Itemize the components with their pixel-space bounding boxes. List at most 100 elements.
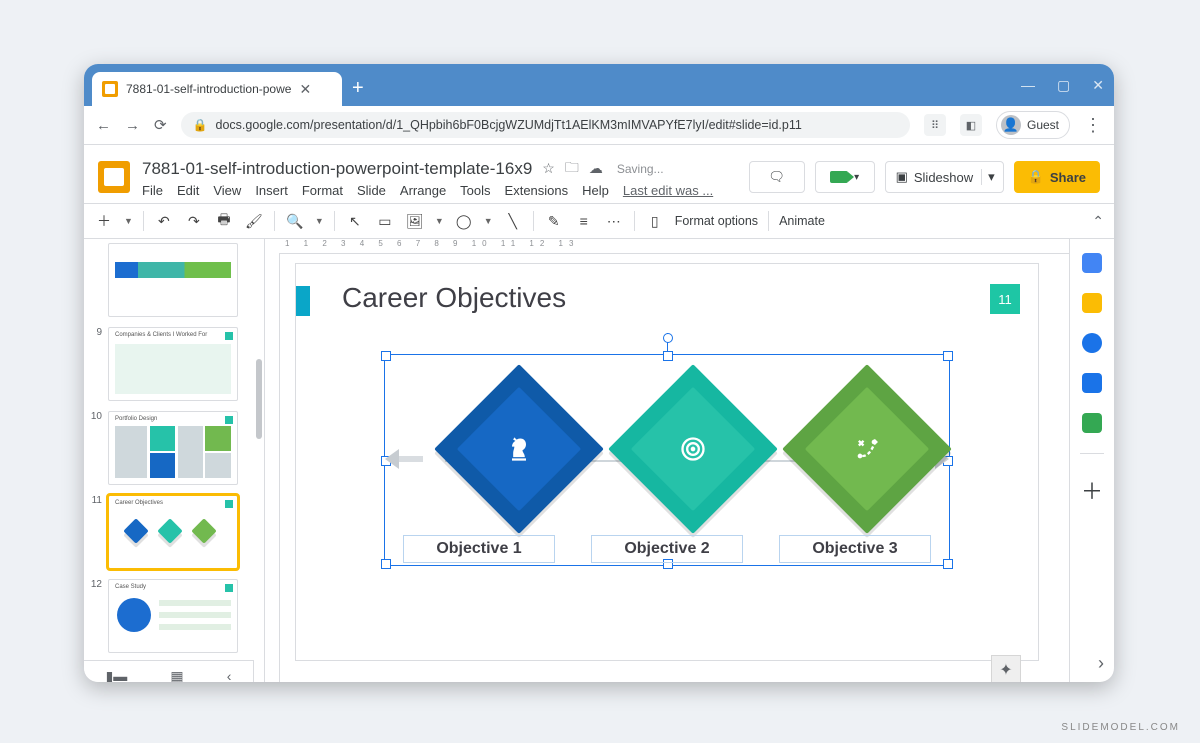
side-panel-toggle-icon[interactable]: › bbox=[1098, 653, 1104, 674]
thumb-title: Career Objectives bbox=[115, 500, 163, 506]
slide-number bbox=[90, 243, 102, 317]
maps-icon[interactable] bbox=[1082, 413, 1102, 433]
contacts-icon[interactable] bbox=[1082, 373, 1102, 393]
border-dash-button[interactable]: ⋯ bbox=[604, 213, 624, 230]
resize-handle[interactable] bbox=[663, 351, 673, 361]
url-input[interactable]: 🔒 docs.google.com/presentation/d/1_QHpbi… bbox=[181, 112, 910, 138]
new-tab-button[interactable]: + bbox=[352, 77, 364, 100]
redo-button[interactable]: ↷ bbox=[184, 213, 204, 230]
comments-button[interactable]: 🗨 bbox=[749, 161, 805, 193]
objective-label-2[interactable]: Objective 2 bbox=[591, 535, 743, 563]
meet-button[interactable]: ▾ bbox=[815, 161, 875, 193]
slide-title-text[interactable]: Career Objectives bbox=[342, 282, 1038, 314]
border-color-button[interactable]: ✎ bbox=[544, 213, 564, 230]
tactics-icon bbox=[807, 389, 927, 509]
nav-back-icon[interactable]: ← bbox=[96, 117, 111, 134]
zoom-button[interactable]: 🔍 bbox=[285, 213, 305, 230]
toolbar-separator bbox=[334, 211, 335, 231]
new-slide-button[interactable]: ＋ bbox=[94, 211, 114, 231]
menu-tools[interactable]: Tools bbox=[460, 183, 490, 198]
menu-edit[interactable]: Edit bbox=[177, 183, 199, 198]
objective-shape-2[interactable] bbox=[608, 364, 778, 534]
profile-chip[interactable]: 👤 Guest bbox=[996, 111, 1070, 139]
minimize-button[interactable]: — bbox=[1021, 77, 1035, 93]
objective-shape-3[interactable] bbox=[782, 364, 952, 534]
explore-button[interactable]: ✦ bbox=[991, 655, 1021, 682]
translate-icon[interactable]: ⠿ bbox=[924, 114, 946, 136]
menu-slide[interactable]: Slide bbox=[357, 183, 386, 198]
window-controls: — ▢ ✕ bbox=[1021, 64, 1104, 106]
menu-help[interactable]: Help bbox=[582, 183, 609, 198]
flow-arrow-start-icon bbox=[395, 456, 423, 462]
browser-tab[interactable]: 7881-01-self-introduction-powe ✕ bbox=[92, 72, 342, 106]
undo-button[interactable]: ↶ bbox=[154, 213, 174, 230]
align-button[interactable]: ▯ bbox=[645, 213, 665, 230]
objective-label-1[interactable]: Objective 1 bbox=[403, 535, 555, 563]
select-tool[interactable]: ↖ bbox=[345, 213, 365, 230]
watermark-text: SLIDEMODEL.COM bbox=[1061, 722, 1180, 733]
slideshow-button[interactable]: ▣ Slideshow ▾ bbox=[885, 161, 1004, 193]
profile-label: Guest bbox=[1027, 118, 1059, 132]
slide-surface[interactable]: Career Objectives 11 bbox=[295, 263, 1039, 661]
tab-close-icon[interactable]: ✕ bbox=[299, 81, 311, 98]
resize-handle[interactable] bbox=[943, 351, 953, 361]
filmstrip[interactable]: 9 Companies & Clients I Worked For 10 Po… bbox=[84, 239, 265, 682]
toolbar-separator bbox=[274, 211, 275, 231]
view-grid-icon[interactable]: ▦ bbox=[170, 668, 183, 683]
slide-canvas[interactable]: 1 1 2 3 4 5 6 7 8 9 10 11 12 13 Career O… bbox=[265, 239, 1069, 682]
knight-icon bbox=[459, 389, 579, 509]
view-filmstrip-icon[interactable]: ▮▬ bbox=[106, 668, 128, 683]
share-button[interactable]: 🔒 Share bbox=[1014, 161, 1100, 193]
meet-icon bbox=[830, 171, 848, 183]
slide-thumbnail-selected[interactable]: Career Objectives bbox=[108, 495, 238, 569]
filmstrip-collapse-icon[interactable]: ‹ bbox=[227, 668, 232, 682]
menu-view[interactable]: View bbox=[213, 183, 241, 198]
star-icon[interactable]: ☆ bbox=[542, 160, 555, 177]
textbox-tool[interactable]: ▭ bbox=[375, 213, 395, 230]
menu-extensions[interactable]: Extensions bbox=[505, 183, 569, 198]
last-edit-link[interactable]: Last edit was ... bbox=[623, 183, 713, 198]
slide-thumbnail[interactable]: Case Study bbox=[108, 579, 238, 653]
line-tool[interactable]: ╲ bbox=[503, 213, 523, 230]
add-addon-button[interactable]: ＋ bbox=[1081, 474, 1103, 506]
objective-label-3[interactable]: Objective 3 bbox=[779, 535, 931, 563]
image-tool[interactable]: 🖼 bbox=[405, 213, 425, 230]
menu-file[interactable]: File bbox=[142, 183, 163, 198]
reload-icon[interactable]: ⟳ bbox=[154, 116, 167, 134]
browser-menu-icon[interactable]: ⋮ bbox=[1084, 114, 1102, 136]
shape-tool[interactable]: ◯ bbox=[454, 213, 474, 230]
menu-format[interactable]: Format bbox=[302, 183, 343, 198]
menu-insert[interactable]: Insert bbox=[255, 183, 288, 198]
menu-arrange[interactable]: Arrange bbox=[400, 183, 446, 198]
keep-icon[interactable] bbox=[1082, 293, 1102, 313]
close-window-button[interactable]: ✕ bbox=[1092, 77, 1104, 94]
slide-thumbnail[interactable]: Companies & Clients I Worked For bbox=[108, 327, 238, 401]
filmstrip-scrollbar[interactable] bbox=[256, 359, 262, 439]
toolbar-separator bbox=[634, 211, 635, 231]
border-weight-button[interactable]: ≡ bbox=[574, 213, 594, 229]
slides-favicon bbox=[102, 81, 118, 97]
paint-format-button[interactable]: 🖌 bbox=[244, 213, 264, 230]
slideshow-caret-icon[interactable]: ▾ bbox=[981, 169, 995, 185]
rotation-handle-icon[interactable] bbox=[663, 333, 673, 343]
maximize-button[interactable]: ▢ bbox=[1057, 77, 1070, 94]
slide-thumbnail[interactable]: Portfolio Design bbox=[108, 411, 238, 485]
animate-button[interactable]: Animate bbox=[779, 214, 825, 228]
move-icon[interactable]: 🗀 bbox=[565, 157, 579, 181]
doc-title[interactable]: 7881-01-self-introduction-powerpoint-tem… bbox=[142, 159, 532, 179]
slides-logo-icon[interactable] bbox=[98, 161, 130, 193]
print-button[interactable]: 🖶 bbox=[214, 209, 234, 233]
cloud-icon[interactable]: ☁ bbox=[589, 160, 603, 177]
selection-box[interactable]: Objective 1 Objective 2 Objective 3 bbox=[384, 354, 950, 566]
extension-icon[interactable]: ◧ bbox=[960, 114, 982, 136]
toolbar-separator bbox=[143, 211, 144, 231]
nav-forward-icon[interactable]: → bbox=[125, 117, 140, 134]
calendar-icon[interactable] bbox=[1082, 253, 1102, 273]
collapse-toolbar-icon[interactable]: ⌃ bbox=[1092, 213, 1104, 230]
slide-thumbnail[interactable] bbox=[108, 243, 238, 317]
format-options-button[interactable]: Format options bbox=[675, 214, 758, 228]
tasks-icon[interactable] bbox=[1082, 333, 1102, 353]
resize-handle[interactable] bbox=[381, 351, 391, 361]
new-slide-caret-icon[interactable]: ▼ bbox=[124, 216, 133, 226]
objective-shape-1[interactable] bbox=[434, 364, 604, 534]
